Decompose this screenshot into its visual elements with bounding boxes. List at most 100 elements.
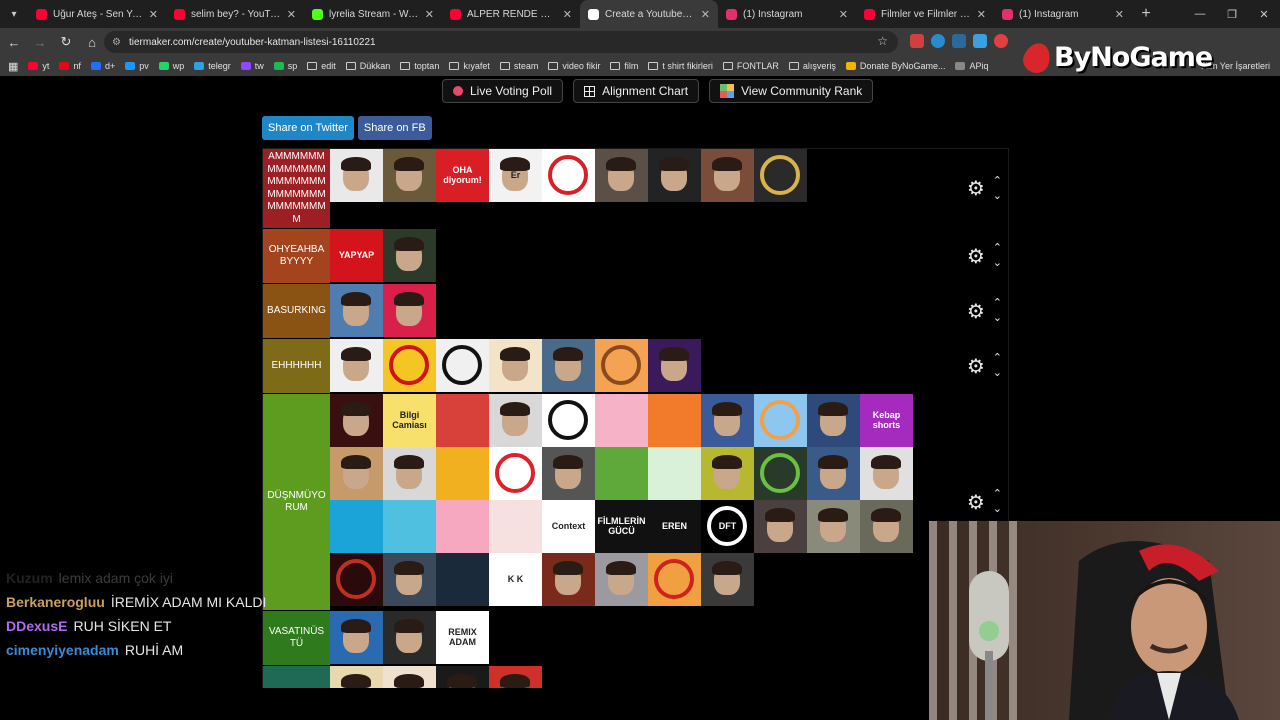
- gear-icon[interactable]: ⚙: [967, 244, 985, 269]
- reload-button[interactable]: ↻: [54, 30, 78, 54]
- youtuber-tile[interactable]: [383, 229, 436, 282]
- youtuber-tile[interactable]: [330, 339, 383, 392]
- youtuber-tile[interactable]: [383, 284, 436, 337]
- chevron-down-icon[interactable]: ⌄: [993, 368, 1002, 379]
- youtuber-tile[interactable]: [754, 394, 807, 447]
- youtuber-tile[interactable]: Context: [542, 500, 595, 553]
- chevron-down-icon[interactable]: ⌄: [993, 504, 1002, 515]
- youtuber-tile[interactable]: [330, 447, 383, 500]
- bookmark-item[interactable]: film: [610, 61, 638, 71]
- youtuber-tile[interactable]: [807, 500, 860, 553]
- youtuber-tile[interactable]: Kebap shorts: [860, 394, 913, 447]
- bookmark-item[interactable]: FONTLAR: [722, 61, 779, 71]
- bookmark-item[interactable]: t shirt fikirleri: [648, 61, 713, 71]
- tier-label[interactable]: VASAT: [263, 666, 330, 690]
- extension-icon-3[interactable]: [952, 34, 966, 48]
- close-tab-icon[interactable]: ✕: [1115, 8, 1124, 21]
- youtuber-tile[interactable]: [330, 149, 383, 202]
- browser-tab[interactable]: Create a Youtuber Katman ✕: [580, 0, 718, 28]
- youtuber-tile[interactable]: [754, 447, 807, 500]
- close-window-button[interactable]: ✕: [1248, 0, 1280, 28]
- bookmark-item[interactable]: nf: [59, 61, 81, 71]
- extension-icon-2[interactable]: [931, 34, 945, 48]
- home-button[interactable]: ⌂: [80, 30, 104, 54]
- youtuber-tile[interactable]: [595, 339, 648, 392]
- tier-label[interactable]: VASATINÜSTÜ: [263, 611, 330, 665]
- youtuber-tile[interactable]: [383, 149, 436, 202]
- browser-tab[interactable]: Filmler ve Filmler - YouTu ✕: [856, 0, 994, 28]
- browser-tab[interactable]: lyrelia Stream - Watch Liv ✕: [304, 0, 442, 28]
- bookmark-item[interactable]: pv: [125, 61, 149, 71]
- chevron-up-icon[interactable]: ⌃: [993, 175, 1002, 187]
- youtuber-tile[interactable]: [542, 447, 595, 500]
- youtuber-tile[interactable]: [383, 666, 436, 690]
- youtuber-tile[interactable]: FİLMLERİN GÜCÜ: [595, 500, 648, 553]
- browser-tab[interactable]: selim bey? - YouTube ✕: [166, 0, 304, 28]
- chevron-up-icon[interactable]: ⌃: [993, 243, 1002, 254]
- close-tab-icon[interactable]: ✕: [563, 8, 572, 21]
- youtuber-tile[interactable]: [436, 666, 489, 690]
- forward-button[interactable]: →: [28, 30, 52, 54]
- bookmark-item[interactable]: Dükkan: [345, 61, 390, 71]
- youtuber-tile[interactable]: [648, 394, 701, 447]
- youtuber-tile[interactable]: [648, 339, 701, 392]
- youtuber-tile[interactable]: [648, 447, 701, 500]
- youtuber-tile[interactable]: [489, 666, 542, 690]
- youtuber-tile[interactable]: [595, 394, 648, 447]
- browser-tab[interactable]: ALPER RENDE HAMBURG ✕: [442, 0, 580, 28]
- youtuber-tile[interactable]: [542, 553, 595, 606]
- close-tab-icon[interactable]: ✕: [149, 8, 158, 21]
- site-info-icon[interactable]: ⚙: [112, 37, 121, 48]
- youtuber-tile[interactable]: [330, 553, 383, 606]
- youtuber-tile[interactable]: K K: [489, 553, 542, 606]
- chevron-down-icon[interactable]: ⌄: [993, 258, 1002, 269]
- youtuber-tile[interactable]: REMIX ADAM: [436, 611, 489, 664]
- youtuber-tile[interactable]: [648, 553, 701, 606]
- youtuber-tile[interactable]: [489, 447, 542, 500]
- browser-tab[interactable]: (1) Instagram ✕: [718, 0, 856, 28]
- extension-icon-5[interactable]: [994, 34, 1008, 48]
- live-voting-poll-button[interactable]: Live Voting Poll: [442, 79, 564, 103]
- youtuber-tile[interactable]: [701, 394, 754, 447]
- calendar-extension-icon[interactable]: [910, 34, 924, 48]
- share-twitter-button[interactable]: Share on Twitter: [262, 116, 354, 140]
- youtuber-tile[interactable]: [860, 447, 913, 500]
- bookmark-star-icon[interactable]: ☆: [877, 34, 888, 48]
- youtuber-tile[interactable]: [595, 149, 648, 202]
- close-tab-icon[interactable]: ✕: [839, 8, 848, 21]
- youtuber-tile[interactable]: [701, 447, 754, 500]
- restore-button[interactable]: ❐: [1216, 0, 1248, 28]
- youtuber-tile[interactable]: [489, 394, 542, 447]
- bookmark-item[interactable]: wp: [158, 61, 184, 71]
- youtuber-tile[interactable]: OHA diyorum!: [436, 149, 489, 202]
- close-tab-icon[interactable]: ✕: [425, 8, 434, 21]
- chevron-up-icon[interactable]: ⌃: [993, 489, 1002, 500]
- gear-icon[interactable]: ⚙: [967, 299, 985, 324]
- youtuber-tile[interactable]: [701, 553, 754, 606]
- bookmark-item[interactable]: sp: [273, 61, 297, 71]
- alignment-chart-button[interactable]: Alignment Chart: [573, 79, 700, 103]
- youtuber-tile[interactable]: [383, 447, 436, 500]
- youtuber-tile[interactable]: [436, 339, 489, 392]
- youtuber-tile[interactable]: [436, 500, 489, 553]
- new-tab-button[interactable]: +: [1132, 5, 1160, 23]
- tier-label[interactable]: BASURKING: [263, 284, 330, 338]
- chevron-up-icon[interactable]: ⌃: [993, 353, 1002, 364]
- youtuber-tile[interactable]: [330, 394, 383, 447]
- youtuber-tile[interactable]: Er: [489, 149, 542, 202]
- tier-label[interactable]: EHHHHHH: [263, 339, 330, 393]
- bookmark-item[interactable]: video fikir: [548, 61, 600, 71]
- youtuber-tile[interactable]: [436, 553, 489, 606]
- bookmark-item[interactable]: telegr: [194, 61, 231, 71]
- youtuber-tile[interactable]: DFT: [701, 500, 754, 553]
- bookmark-item[interactable]: edit: [307, 61, 336, 71]
- youtuber-tile[interactable]: [330, 611, 383, 664]
- tab-search-button[interactable]: ▾: [0, 0, 28, 28]
- close-tab-icon[interactable]: ✕: [287, 8, 296, 21]
- tier-label[interactable]: OHYEAHBABYYYY: [263, 229, 330, 283]
- youtuber-tile[interactable]: [807, 447, 860, 500]
- youtuber-tile[interactable]: [542, 149, 595, 202]
- bookmark-item[interactable]: Donate ByNoGame...: [845, 61, 945, 71]
- bookmark-item[interactable]: toptan: [400, 61, 439, 71]
- youtuber-tile[interactable]: [383, 339, 436, 392]
